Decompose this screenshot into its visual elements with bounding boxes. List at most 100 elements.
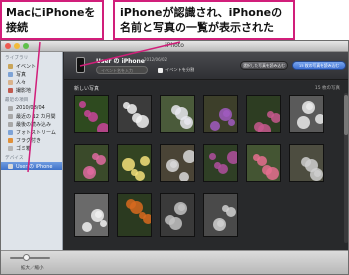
import-selected-button[interactable]: 選択した写真を読み込む (240, 61, 288, 70)
sidebar-item[interactable]: User の iPhone (1, 162, 62, 170)
photo-thumbnail[interactable] (203, 95, 238, 133)
photo-subject-shape (180, 116, 193, 129)
photo-subject-shape (84, 110, 91, 117)
split-events-checkbox[interactable]: イベントを分割 (158, 67, 194, 73)
zoom-slider-knob[interactable] (23, 254, 30, 261)
photo-thumbnail[interactable] (117, 193, 152, 237)
callout-left-text: MacにiPhoneを接続 (6, 6, 96, 34)
photo-subject-shape (132, 113, 142, 123)
zoom-label: 拡大／縮小 (21, 266, 44, 271)
grid-scroll-thumb[interactable] (344, 95, 348, 135)
photo-subject-shape (214, 162, 221, 169)
photo-subject-shape (315, 114, 323, 124)
split-events-label: イベントを分割 (165, 67, 195, 72)
photo-subject-shape (131, 169, 138, 176)
sidebar-item-icon (8, 163, 13, 169)
photo-thumbnail[interactable] (74, 144, 109, 182)
iphone-icon (76, 57, 85, 73)
sidebar-item[interactable]: 最後の読み込み (1, 120, 62, 128)
device-name: User の iPhone (96, 58, 145, 65)
zoom-slider[interactable] (10, 257, 50, 259)
photo-subject-shape (209, 153, 216, 160)
sidebar-item-icon (8, 79, 13, 85)
photo-subject-shape (100, 220, 107, 227)
photo-subject-shape (92, 153, 99, 160)
photo-subject-shape (262, 165, 272, 175)
photo-subject-shape (83, 166, 96, 179)
checkbox-icon (158, 67, 163, 73)
photo-thumbnail[interactable] (246, 144, 281, 182)
photo-thumbnail[interactable] (117, 144, 152, 182)
sidebar-item-icon (8, 121, 13, 127)
iphoto-window: iPhoto ライブラリ イベント 写真 人々 撮影地 最近の項目 2010/08/04 最近… (0, 40, 349, 275)
photo-subject-shape (302, 101, 315, 114)
sidebar-item[interactable]: 2010/08/04 (1, 104, 62, 112)
sidebar-item[interactable]: フラグ付き (1, 136, 62, 144)
photo-subject-shape (222, 205, 229, 212)
photo-thumbnail[interactable] (160, 144, 195, 182)
sidebar-item-icon (8, 71, 13, 77)
photo-subject-shape (82, 222, 92, 232)
photo-thumbnail[interactable] (160, 95, 195, 133)
sidebar-item-label: 写真 (16, 71, 27, 78)
photo-subject-shape (310, 168, 323, 181)
photo-subject-shape (79, 101, 86, 108)
sidebar-item[interactable]: 人々 (1, 78, 62, 86)
photo-subject-shape (140, 156, 150, 166)
sidebar-item-label: 最後の読み込み (16, 121, 52, 128)
photo-thumbnail[interactable] (203, 193, 238, 237)
photo-thumbnail[interactable] (289, 144, 324, 182)
photo-thumbnail[interactable] (160, 193, 195, 237)
sidebar-item-icon (8, 145, 13, 151)
sidebar-item-icon (8, 129, 13, 135)
photo-thumbnail[interactable] (74, 193, 109, 237)
callout-right-text: iPhoneが認識され、iPhoneの名前と写真の一覧が表示された (120, 6, 283, 34)
device-header: User の iPhone 2012/06/02 イベント名を入力 イベントを分… (64, 52, 348, 80)
photo-subject-shape (213, 218, 226, 231)
sidebar-item-label: フラグ付き (16, 137, 42, 144)
sidebar-item-icon (8, 137, 13, 143)
photo-subject-shape (254, 122, 264, 132)
photo-subject-shape (253, 154, 260, 161)
sidebar-item[interactable]: 写真 (1, 70, 62, 78)
sidebar-item-label: 人々 (16, 79, 27, 86)
photo-subject-shape (297, 116, 310, 129)
sidebar-item-label: 2010/08/04 (16, 105, 45, 111)
photo-thumbnail[interactable] (203, 144, 238, 182)
sidebar-item-icon (8, 87, 13, 93)
source-sidebar: ライブラリ イベント 写真 人々 撮影地 最近の項目 2010/08/04 最近の 12 カ月… (1, 52, 63, 252)
event-name-input[interactable]: イベント名を入力 (96, 66, 148, 74)
photo-thumbnail[interactable] (74, 95, 109, 133)
photo-subject-shape (139, 212, 146, 219)
photo-subject-shape (126, 199, 136, 209)
sidebar-item-label: User の iPhone (16, 163, 53, 170)
photo-subject-shape (183, 150, 194, 163)
photo-thumbnail[interactable] (117, 95, 152, 133)
grid-section-label: 新しい写真 (74, 86, 100, 92)
photo-subject-shape (267, 111, 274, 118)
photo-subject-shape (123, 102, 130, 109)
callout-connect-iphone: MacにiPhoneを接続 (0, 0, 104, 40)
sidebar-item[interactable]: 最近の 12 カ月間 (1, 112, 62, 120)
photo-thumbnail[interactable] (289, 95, 324, 133)
sidebar-item-icon (8, 113, 13, 119)
photo-subject-shape (97, 123, 108, 132)
photo-subject-shape (210, 121, 220, 131)
sidebar-item[interactable]: フォトストリーム (1, 128, 62, 136)
sidebar-item-label: 最近の 12 カ月間 (16, 113, 56, 120)
sidebar-item[interactable]: 撮影地 (1, 86, 62, 94)
window-titlebar: iPhoto (1, 41, 348, 52)
import-all-button[interactable]: 15 枚の写真を読み込む (292, 61, 346, 70)
photo-subject-shape (166, 159, 179, 172)
photo-subject-shape (165, 215, 175, 225)
photo-subject-shape (174, 202, 187, 215)
sidebar-item-icon (8, 105, 13, 111)
sidebar-section-heading: デバイス (5, 156, 24, 161)
sidebar-item[interactable]: イベント (1, 62, 62, 70)
photo-thumbnail[interactable] (246, 95, 281, 133)
photo-grid: 新しい写真 15 枚の写真 (64, 81, 348, 252)
bottom-toolbar: 拡大／縮小 (1, 250, 348, 274)
sidebar-item-label: 撮影地 (16, 87, 32, 94)
sidebar-item[interactable]: ゴミ箱 (1, 144, 62, 152)
screenshot-stage: MacにiPhoneを接続 iPhoneが認識され、iPhoneの名前と写真の一… (0, 0, 349, 275)
